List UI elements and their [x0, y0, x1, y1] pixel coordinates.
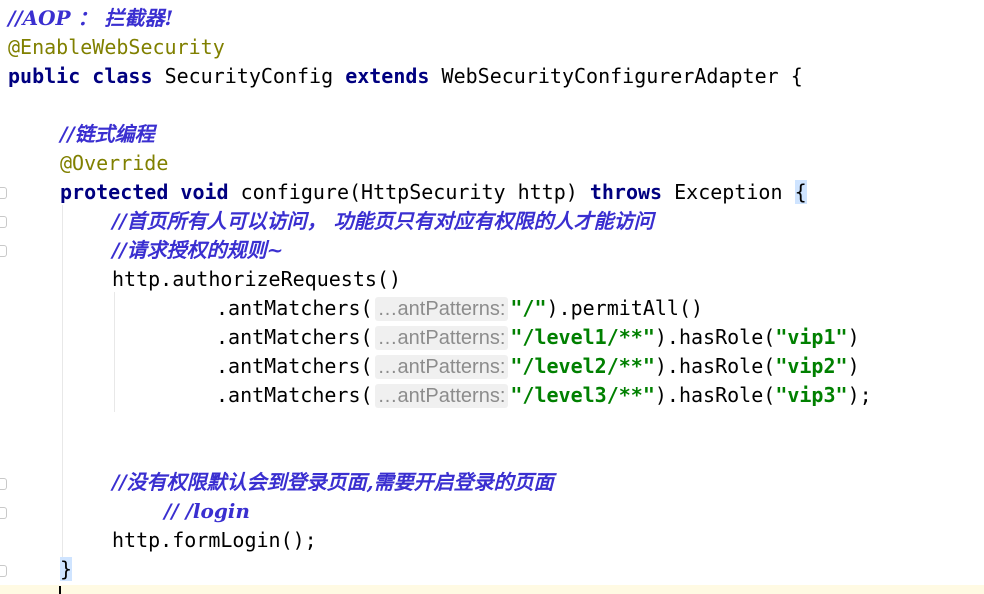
code-line: } — [60, 555, 73, 584]
punctuation: ) — [847, 325, 860, 349]
code-line: public class SecurityConfig extends WebS… — [8, 62, 803, 91]
keyword: class — [92, 64, 153, 88]
fold-marker-icon[interactable] — [0, 478, 7, 490]
parameter-hint: …antPatterns: — [374, 355, 509, 379]
code-line: http.formLogin(); — [112, 528, 317, 552]
code-line: protected void configure(HttpSecurity ht… — [60, 178, 807, 207]
code-comment: //首页所有人可以访问， 功能页只有对应有权限的人才能访问 — [112, 209, 654, 233]
matched-brace: { — [794, 180, 807, 204]
indent-guide — [62, 205, 63, 580]
string-literal: "/level3/**" — [510, 383, 655, 407]
parent-class: WebSecurityConfigurerAdapter { — [441, 64, 803, 88]
code-comment: // /login — [164, 499, 250, 523]
fold-marker-icon[interactable] — [0, 187, 7, 199]
code-line: http.authorizeRequests() — [112, 267, 401, 291]
code-line: .antMatchers(…antPatterns: "/level3/**").… — [216, 381, 872, 410]
text-caret — [59, 586, 61, 594]
current-line-highlight — [0, 585, 984, 594]
method-call: .antMatchers( — [216, 296, 373, 320]
method-call: .antMatchers( — [216, 325, 373, 349]
string-literal: "vip3" — [775, 383, 848, 407]
code-line: .antMatchers(…antPatterns: "/").permitAll… — [216, 294, 703, 323]
code-annotation: @Override — [60, 151, 169, 175]
method-call: .antMatchers( — [216, 383, 373, 407]
method-call: ).hasRole( — [654, 383, 776, 407]
string-literal: "vip1" — [775, 325, 848, 349]
fold-marker-icon[interactable] — [0, 507, 7, 519]
method-call: ).hasRole( — [654, 325, 776, 349]
code-line: .antMatchers(…antPatterns: "/level1/**").… — [216, 323, 860, 352]
class-name: SecurityConfig — [164, 64, 334, 88]
keyword: extends — [345, 64, 430, 88]
code-annotation: @EnableWebSecurity — [8, 35, 225, 59]
exception-type: Exception — [674, 180, 783, 204]
indent-guide — [114, 292, 115, 412]
code-comment: //AOP ： 拦截器! — [8, 6, 174, 30]
parameter-hint: …antPatterns: — [374, 297, 509, 321]
string-literal: "/level1/**" — [510, 325, 655, 349]
keyword: protected — [60, 180, 169, 204]
code-line: .antMatchers(…antPatterns: "/level2/**").… — [216, 352, 860, 381]
code-comment: //链式编程 — [60, 122, 155, 146]
string-literal: "/" — [510, 296, 547, 320]
string-literal: "vip2" — [775, 354, 848, 378]
code-comment: //请求授权的规则~ — [112, 238, 284, 262]
keyword: throws — [589, 180, 663, 204]
fold-marker-icon[interactable] — [0, 565, 7, 577]
method-signature: configure(HttpSecurity http) — [240, 180, 578, 204]
code-comment: //没有权限默认会到登录页面,需要开启登录的页面 — [112, 470, 554, 494]
keyword: void — [180, 180, 229, 204]
fold-marker-icon[interactable] — [0, 216, 7, 228]
parameter-hint: …antPatterns: — [374, 384, 509, 408]
string-literal: "/level2/**" — [510, 354, 655, 378]
matched-brace: } — [60, 557, 73, 581]
method-call: ).hasRole( — [654, 354, 776, 378]
code-editor[interactable]: //AOP ： 拦截器! @EnableWebSecurity public c… — [0, 0, 984, 594]
punctuation: ); — [847, 383, 872, 407]
punctuation: ) — [847, 354, 860, 378]
keyword: public — [8, 64, 81, 88]
fold-marker-icon[interactable] — [0, 245, 7, 257]
method-call: ).permitAll() — [546, 296, 704, 320]
parameter-hint: …antPatterns: — [374, 326, 509, 350]
method-call: .antMatchers( — [216, 354, 373, 378]
